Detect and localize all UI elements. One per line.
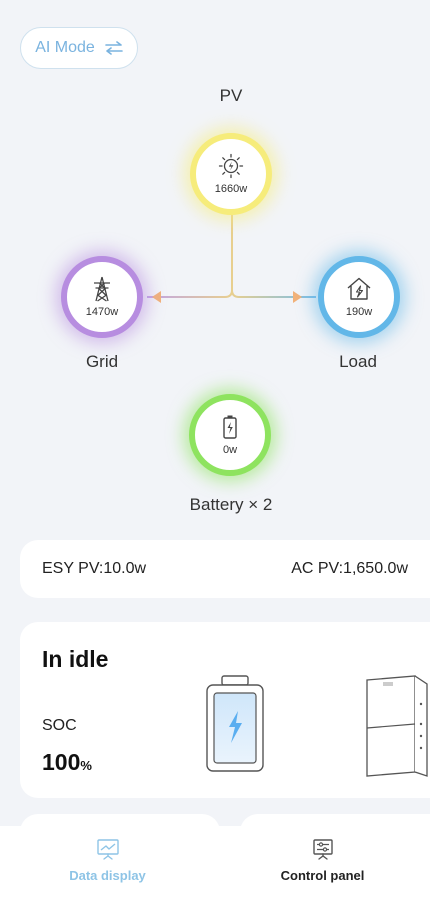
tab-control-panel[interactable]: Control panel — [215, 826, 430, 900]
pv-summary-card: ESY PV:10.0w AC PV:1,650.0w — [20, 540, 430, 598]
tab-control-panel-label: Control panel — [280, 868, 365, 883]
pv-to-grid-line — [147, 215, 233, 298]
load-node[interactable]: 190w — [318, 256, 400, 338]
inverter-device-icon — [366, 675, 428, 777]
pv-node[interactable]: 1660w — [190, 133, 272, 215]
presentation-chart-icon — [96, 839, 119, 860]
ai-mode-label: AI Mode — [35, 39, 95, 56]
house-icon — [347, 277, 371, 300]
tab-data-display[interactable]: Data display — [0, 826, 215, 900]
grid-node[interactable]: 1470w — [61, 256, 143, 338]
soc-unit: % — [80, 758, 92, 773]
status-title: In idle — [42, 646, 109, 672]
solar-panel-icon — [218, 153, 244, 179]
soc-label: SOC — [42, 717, 77, 734]
battery-graphic-icon — [206, 675, 264, 772]
pv-power-value: 1660w — [214, 183, 248, 195]
sliders-panel-icon — [312, 839, 333, 860]
power-tower-icon — [94, 276, 110, 302]
battery-status-card[interactable]: In idle SOC 100% — [20, 622, 430, 798]
esy-pv-value: ESY PV:10.0w — [42, 560, 147, 577]
ai-mode-button[interactable]: AI Mode — [20, 27, 138, 69]
battery-node[interactable]: 0w — [189, 394, 271, 476]
grid-label: Grid — [85, 352, 119, 371]
grid-flow-arrow — [152, 291, 161, 303]
pv-to-load-line — [231, 215, 316, 298]
pv-label: PV — [219, 86, 243, 105]
grid-power-value: 1470w — [85, 306, 119, 318]
load-label: Load — [339, 352, 377, 371]
load-power-value: 190w — [345, 306, 373, 318]
swap-icon — [104, 41, 123, 55]
tab-data-display-label: Data display — [69, 868, 146, 883]
battery-charging-icon — [223, 415, 237, 439]
ac-pv-value: AC PV:1,650.0w — [291, 560, 408, 577]
battery-power-value: 0w — [222, 444, 238, 456]
load-flow-arrow — [293, 291, 302, 303]
bottom-tab-bar: Data display Control panel — [0, 826, 430, 900]
soc-value: 100% — [42, 749, 92, 776]
soc-number: 100 — [42, 749, 81, 775]
battery-label: Battery × 2 — [189, 495, 273, 514]
